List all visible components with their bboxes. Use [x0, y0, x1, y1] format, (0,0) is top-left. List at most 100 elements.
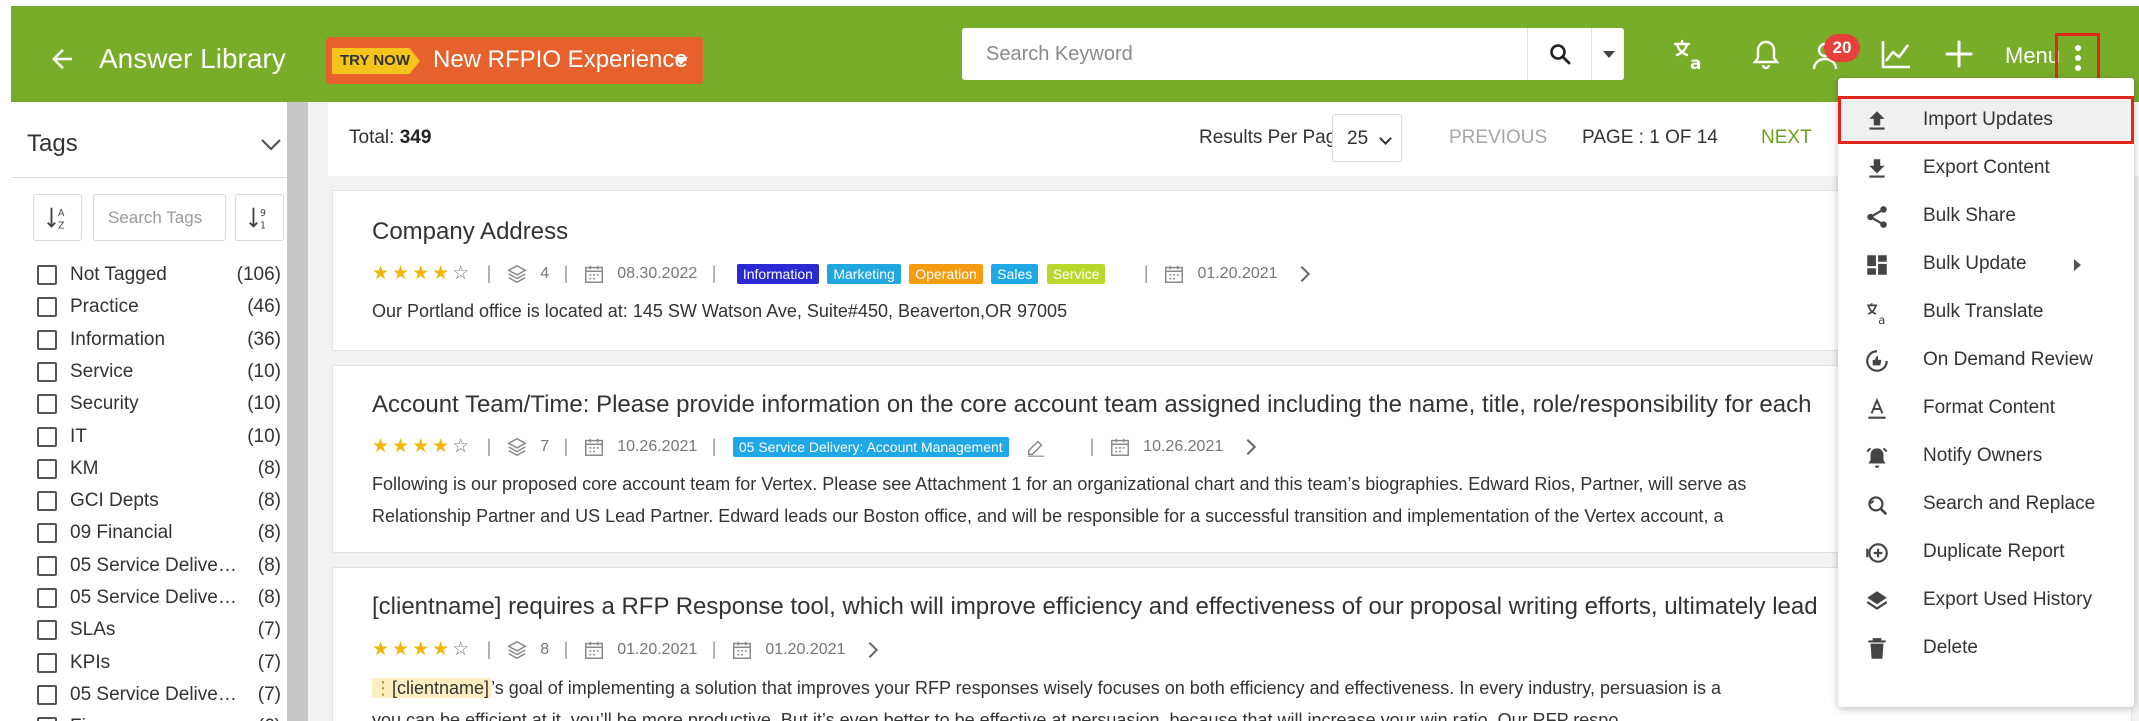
results-per-page-select[interactable]: 25 [1332, 114, 1402, 162]
tag-chip[interactable]: Information [736, 263, 819, 284]
tag-filter-item[interactable]: Not Tagged (106) [37, 260, 281, 290]
back-arrow-icon[interactable] [47, 44, 77, 74]
tag-checkbox[interactable] [37, 361, 57, 382]
tag-checkbox[interactable] [37, 394, 57, 415]
tag-filter-item[interactable]: IT (10) [37, 422, 281, 452]
edit-icon[interactable] [1025, 436, 1047, 458]
tag-filter-name: 09 Financial [70, 522, 173, 544]
search-input[interactable] [962, 28, 1527, 80]
chevron-down-icon[interactable] [259, 132, 283, 156]
try-new-experience-button[interactable]: TRY NOW New RFPIO Experience [326, 37, 703, 84]
answer-text: ⋮[clientname]’s goal of implementing a s… [372, 672, 1721, 704]
sort-alpha-icon: A Z [47, 207, 65, 231]
answer-meta: ★★★★☆ | 4 | 08.30.2022 | Information Mar… [372, 262, 1324, 290]
tag-checkbox[interactable] [37, 555, 57, 576]
plus-icon[interactable] [1941, 36, 1977, 72]
tag-checkbox[interactable] [37, 717, 57, 721]
chevron-right-icon[interactable] [1240, 436, 1262, 458]
tag-chip[interactable]: Operation [909, 263, 983, 284]
translate-icon: a [1867, 303, 1885, 326]
sidebar-scrollbar[interactable] [287, 102, 308, 721]
tag-filter-item[interactable]: 05 Service Delive… (7) [37, 680, 281, 710]
tag-chip[interactable]: 05 Service Delivery: Account Management [732, 436, 1009, 457]
tag-checkbox[interactable] [37, 523, 57, 544]
tag-checkbox[interactable] [37, 297, 57, 318]
tag-filter-name: Practice [70, 296, 139, 318]
tag-filter-item[interactable]: KPIs (7) [37, 648, 281, 678]
placeholder-highlight[interactable]: ⋮[clientname] [372, 678, 492, 698]
tag-filter-item[interactable]: GCI Depts (8) [37, 486, 281, 516]
divider [11, 177, 287, 178]
tag-checkbox[interactable] [37, 329, 57, 350]
submenu-arrow-icon [2074, 259, 2081, 271]
tag-checkbox[interactable] [37, 652, 57, 673]
rating-stars[interactable]: ★★★★☆ [372, 638, 472, 661]
menu-item-label: Import Updates [1923, 109, 2053, 130]
answer-title[interactable]: Account Team/Time: Please provide inform… [372, 391, 1811, 419]
rating-stars[interactable]: ★★★★☆ [372, 262, 472, 285]
tag-chip[interactable]: Sales [991, 263, 1039, 284]
calendar-icon [1110, 438, 1129, 456]
sort-numeric-icon: 9 1 [249, 207, 266, 231]
chevron-right-icon[interactable] [1294, 263, 1316, 285]
top-bar: Answer Library TRY NOW New RFPIO Experie… [11, 6, 2139, 102]
chevron-right-icon[interactable] [862, 639, 884, 661]
tag-filter-count: (10) [247, 393, 281, 415]
tag-checkbox[interactable] [37, 620, 57, 641]
tag-checkbox[interactable] [37, 684, 57, 705]
tag-chip[interactable]: Service [1046, 263, 1106, 284]
menu-item-notify-owners[interactable]: Notify Owners [1838, 432, 2134, 480]
next-page-link[interactable]: NEXT [1761, 127, 1812, 149]
bell-icon[interactable] [1748, 36, 1784, 72]
tag-filter-item[interactable]: Security (10) [37, 389, 281, 419]
search-button[interactable] [1527, 28, 1591, 80]
svg-text:a: a [1878, 313, 1885, 326]
menu-item-import-updates[interactable]: Import Updates [1838, 96, 2134, 144]
menu-item-bulk-share[interactable]: Bulk Share [1838, 192, 2134, 240]
search-options-dropdown[interactable] [1591, 28, 1624, 80]
tag-filter-item[interactable]: Information (36) [37, 325, 281, 355]
menu-item-search-and-replace[interactable]: Search and Replace [1838, 480, 2134, 528]
tag-filter-item[interactable]: Finance (6) [37, 712, 281, 721]
svg-text:9: 9 [260, 208, 266, 219]
tag-checkbox[interactable] [37, 265, 57, 285]
menu-item-export-content[interactable]: Export Content [1838, 144, 2134, 192]
previous-page-link[interactable]: PREVIOUS [1449, 127, 1547, 149]
tag-checkbox[interactable] [37, 458, 57, 479]
tags-search-input[interactable] [93, 194, 226, 241]
tag-filter-item[interactable]: SLAs (7) [37, 615, 281, 645]
tag-chip[interactable]: Marketing [827, 263, 901, 284]
tag-filter-item[interactable]: 05 Service Delive… (8) [37, 583, 281, 613]
translate-icon[interactable]: a [1671, 36, 1707, 72]
answer-text: Following is our proposed core account t… [372, 474, 1747, 494]
tag-checkbox[interactable] [37, 426, 57, 447]
updated-date: 01.20.2021 [617, 640, 698, 658]
calendar-icon [732, 641, 751, 659]
tag-filter-item[interactable]: Service (10) [37, 357, 281, 387]
tag-filter-item[interactable]: 09 Financial (8) [37, 518, 281, 548]
svg-text:a: a [1690, 54, 1701, 72]
calendar-icon [1165, 265, 1183, 283]
tag-checkbox[interactable] [37, 491, 57, 512]
answer-title[interactable]: [clientname] requires a RFP Response too… [372, 593, 1818, 621]
more-options-button[interactable] [2055, 33, 2100, 83]
answer-title[interactable]: Company Address [372, 218, 568, 246]
menu-item-label: Delete [1923, 637, 1978, 658]
menu-label[interactable]: Menu [2005, 43, 2060, 69]
rating-stars[interactable]: ★★★★☆ [372, 435, 472, 458]
tag-filter-item[interactable]: 05 Service Delive… (8) [37, 551, 281, 581]
menu-item-duplicate-report[interactable]: Duplicate Report [1838, 528, 2134, 576]
tag-checkbox[interactable] [37, 588, 57, 608]
menu-item-export-used-history[interactable]: Export Used History [1838, 576, 2134, 624]
version-count: 7 [540, 437, 550, 455]
tag-filter-item[interactable]: KM (8) [37, 454, 281, 484]
chart-line-icon[interactable] [1878, 36, 1914, 72]
menu-item-delete[interactable]: Delete [1838, 624, 2134, 672]
menu-item-bulk-update[interactable]: Bulk Update [1838, 240, 2134, 288]
sort-count-button[interactable]: 9 1 [235, 194, 284, 241]
menu-item-format-content[interactable]: Format Content [1838, 384, 2134, 432]
tag-filter-item[interactable]: Practice (46) [37, 292, 281, 322]
menu-item-on-demand-review[interactable]: On Demand Review [1838, 336, 2134, 384]
menu-item-bulk-translate[interactable]: a Bulk Translate [1838, 288, 2134, 336]
sort-az-button[interactable]: A Z [33, 194, 82, 241]
